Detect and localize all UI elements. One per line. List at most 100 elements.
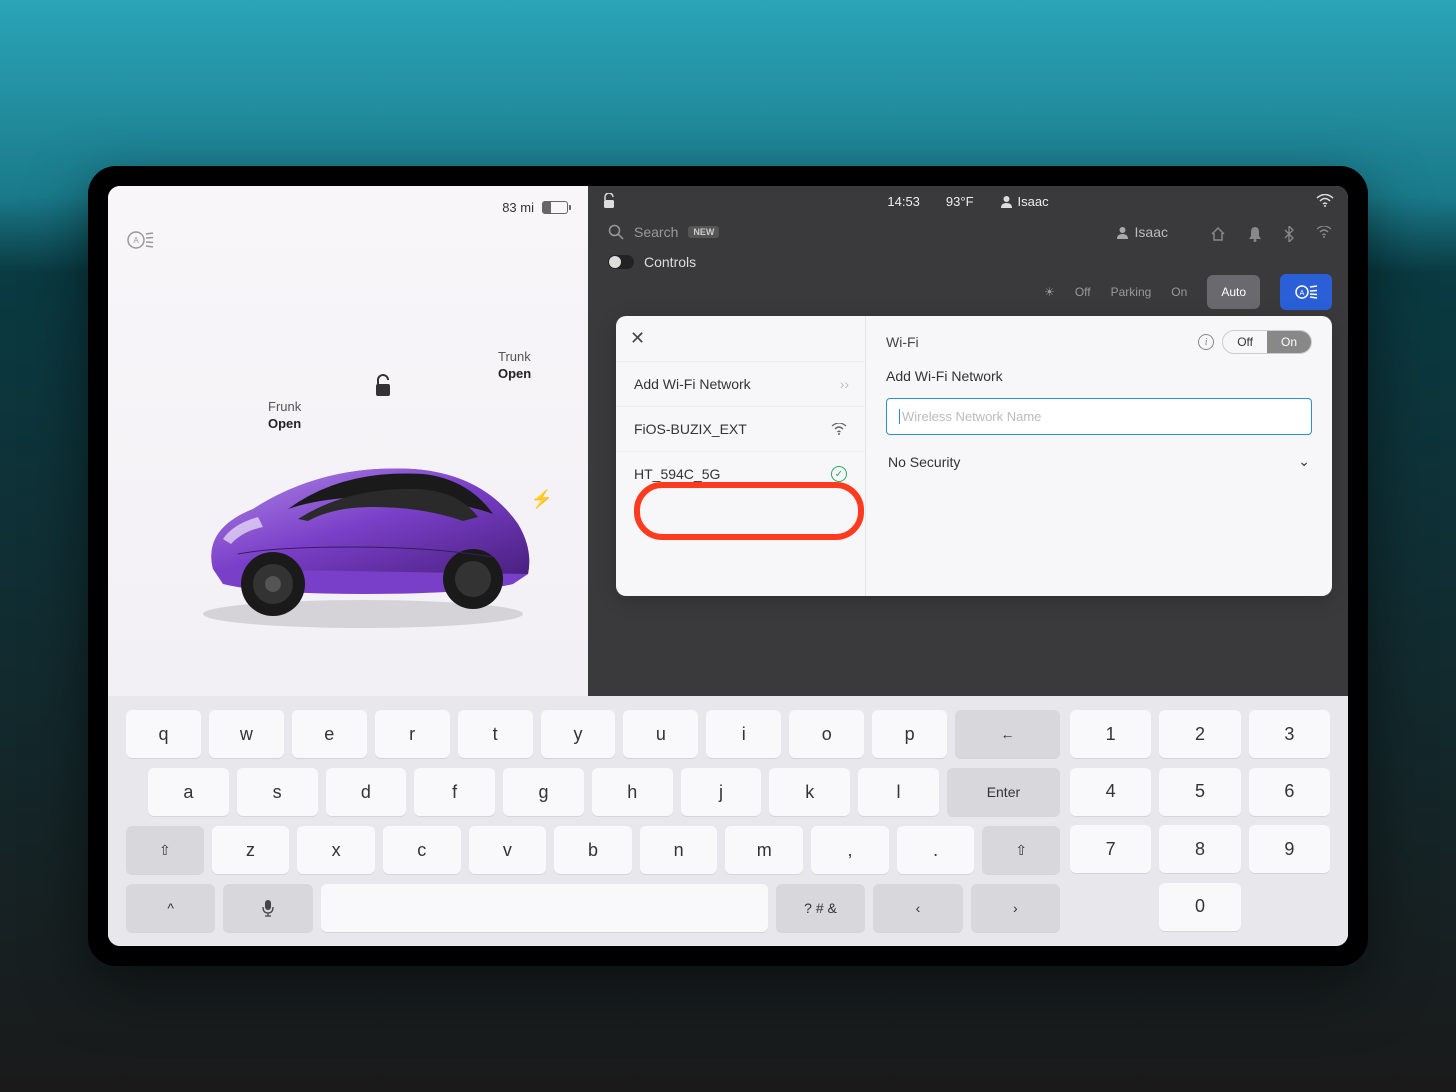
wifi-off[interactable]: Off	[1223, 331, 1267, 353]
key-m[interactable]: m	[725, 826, 803, 874]
close-button[interactable]: ✕	[630, 328, 645, 349]
wifi-small-icon[interactable]	[1316, 226, 1332, 242]
key-shift[interactable]: ⇧	[126, 826, 204, 874]
key-b[interactable]: b	[554, 826, 632, 874]
status-time: 14:53	[887, 194, 920, 209]
key-t[interactable]: t	[458, 710, 533, 758]
network-name-input[interactable]: Wireless Network Name	[886, 398, 1312, 435]
key-7[interactable]: 7	[1070, 825, 1151, 873]
key-j[interactable]: j	[681, 768, 762, 816]
profile-small[interactable]: Isaac	[1116, 224, 1168, 240]
key-q[interactable]: q	[126, 710, 201, 758]
key-w[interactable]: w	[209, 710, 284, 758]
add-network-label: Add Wi-Fi Network	[886, 368, 1312, 384]
status-profile[interactable]: Isaac	[1000, 194, 1049, 209]
bluetooth-icon[interactable]	[1284, 226, 1294, 242]
wifi-title: Wi-Fi	[886, 334, 919, 350]
key-f[interactable]: f	[414, 768, 495, 816]
car-image	[173, 439, 553, 639]
key-symbols[interactable]: ? # &	[776, 884, 865, 932]
key-o[interactable]: o	[789, 710, 864, 758]
key-caret[interactable]: ^	[126, 884, 215, 932]
key-l[interactable]: l	[858, 768, 939, 816]
chevron-right-icon: › ›	[840, 376, 847, 392]
key-1[interactable]: 1	[1070, 710, 1151, 758]
lock-icon[interactable]	[373, 374, 393, 398]
key-mic[interactable]	[223, 884, 312, 932]
homelink-icon[interactable]	[1210, 226, 1226, 242]
key-v[interactable]: v	[469, 826, 547, 874]
security-dropdown[interactable]: No Security ⌄	[886, 449, 1312, 474]
status-lock-icon[interactable]	[602, 193, 616, 209]
trunk-label[interactable]: Trunk Open	[498, 349, 531, 383]
key-c[interactable]: c	[383, 826, 461, 874]
lights-on[interactable]: On	[1171, 285, 1187, 299]
wifi-on[interactable]: On	[1267, 331, 1311, 353]
wifi-popup: ✕ Add Wi-Fi Network › › FiOS-BUZIX_EXT	[616, 316, 1332, 596]
headlight-auto-icon: A	[126, 230, 154, 250]
key-a[interactable]: a	[148, 768, 229, 816]
controls-label: Controls	[644, 254, 696, 270]
wifi-toggle[interactable]: Off On	[1222, 330, 1312, 354]
key-left[interactable]: ‹	[873, 884, 962, 932]
frunk-label[interactable]: Frunk Open	[268, 399, 301, 433]
status-wifi-icon[interactable]	[1316, 194, 1334, 208]
key-e[interactable]: e	[292, 710, 367, 758]
main-area: 83 mi A Frunk Open Trunk Open	[108, 186, 1348, 696]
numpad: 1 2 3 4 5 6 7 8 9 0	[1070, 710, 1330, 932]
key-z[interactable]: z	[212, 826, 290, 874]
key-8[interactable]: 8	[1159, 825, 1240, 873]
key-9[interactable]: 9	[1249, 825, 1330, 873]
key-k[interactable]: k	[769, 768, 850, 816]
key-h[interactable]: h	[592, 768, 673, 816]
svg-text:A: A	[133, 236, 139, 245]
status-temperature: 93°F	[946, 194, 974, 209]
key-i[interactable]: i	[706, 710, 781, 758]
key-space[interactable]	[321, 884, 768, 932]
key-6[interactable]: 6	[1249, 768, 1330, 816]
key-5[interactable]: 5	[1159, 768, 1240, 816]
search-label: Search	[634, 224, 678, 240]
key-right[interactable]: ›	[971, 884, 1060, 932]
key-3[interactable]: 3	[1249, 710, 1330, 758]
key-n[interactable]: n	[640, 826, 718, 874]
wifi-detail-panel: Wi-Fi i Off On Add Wi-Fi Network	[866, 316, 1332, 596]
wifi-signal-icon	[831, 423, 847, 435]
wifi-network-item[interactable]: HT_594C_5G ✓	[616, 451, 865, 496]
key-shift-right[interactable]: ⇧	[982, 826, 1060, 874]
lights-row: ☀ Off Parking On Auto A	[1044, 274, 1332, 310]
wifi-network-item[interactable]: FiOS-BUZIX_EXT	[616, 406, 865, 451]
key-2[interactable]: 2	[1159, 710, 1240, 758]
key-backspace[interactable]: ←	[955, 710, 1060, 758]
keyboard-row-2: a s d f g h j k l Enter	[126, 768, 1060, 816]
wifi-network-list: ✕ Add Wi-Fi Network › › FiOS-BUZIX_EXT	[616, 316, 866, 596]
key-r[interactable]: r	[375, 710, 450, 758]
add-wifi-network-item[interactable]: Add Wi-Fi Network › ›	[616, 361, 865, 406]
lights-headlamp-button[interactable]: A	[1280, 274, 1332, 310]
lights-auto-button[interactable]: Auto	[1207, 275, 1260, 309]
key-y[interactable]: y	[541, 710, 616, 758]
check-circle-icon: ✓	[831, 466, 847, 482]
keyboard-row-4: ^ ? # & ‹ ›	[126, 884, 1060, 932]
key-p[interactable]: p	[872, 710, 947, 758]
new-badge: NEW	[688, 226, 719, 238]
key-x[interactable]: x	[297, 826, 375, 874]
notification-icon[interactable]	[1248, 226, 1262, 242]
key-4[interactable]: 4	[1070, 768, 1151, 816]
key-period[interactable]: .	[897, 826, 975, 874]
lights-off[interactable]: Off	[1075, 285, 1091, 299]
key-s[interactable]: s	[237, 768, 318, 816]
key-g[interactable]: g	[503, 768, 584, 816]
tablet-frame: 83 mi A Frunk Open Trunk Open	[88, 166, 1368, 966]
key-u[interactable]: u	[623, 710, 698, 758]
key-0[interactable]: 0	[1159, 883, 1240, 931]
range-value: 83 mi	[502, 200, 534, 215]
key-comma[interactable]: ,	[811, 826, 889, 874]
svg-text:A: A	[1300, 290, 1305, 297]
key-d[interactable]: d	[326, 768, 407, 816]
key-enter[interactable]: Enter	[947, 768, 1060, 816]
info-icon[interactable]: i	[1198, 334, 1214, 350]
lights-parking[interactable]: Parking	[1111, 285, 1152, 299]
right-panel: 14:53 93°F Isaac Search NEW	[588, 186, 1348, 696]
controls-row[interactable]: Controls	[588, 248, 1348, 276]
